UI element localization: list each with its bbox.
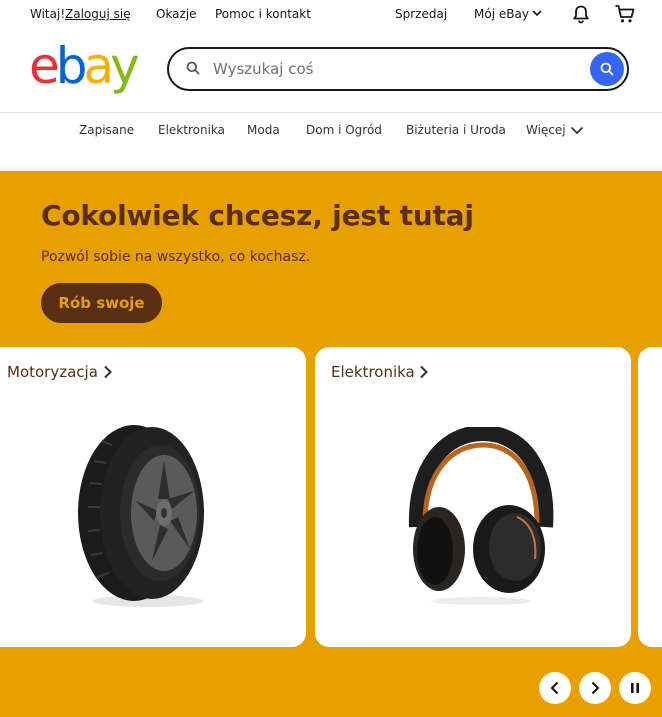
carousel-prev-button[interactable]	[539, 672, 571, 704]
category-card-electronics[interactable]: Elektronika	[315, 347, 631, 647]
nav-item-more[interactable]: Więcej	[526, 123, 566, 137]
chevron-down-icon[interactable]	[570, 126, 584, 135]
category-card-next[interactable]	[638, 347, 662, 647]
pause-icon	[631, 683, 639, 693]
search-icon	[186, 61, 200, 75]
greeting-text: Witaj!	[30, 7, 66, 21]
card-title: Elektronika	[331, 363, 415, 381]
headphones-image	[408, 427, 554, 605]
deals-link[interactable]: Okazje	[156, 7, 197, 21]
ebay-logo[interactable]: ebay	[29, 37, 140, 95]
card-title: Motoryzacja	[7, 363, 98, 381]
hero-cta-button[interactable]: Rób swoje	[41, 283, 162, 323]
search-input[interactable]	[213, 57, 583, 81]
category-nav: Zapisane Elektronika Moda Dom i Ogród Bi…	[0, 113, 662, 147]
login-link[interactable]: Zaloguj się	[65, 7, 131, 21]
nav-item-fashion[interactable]: Moda	[247, 123, 280, 137]
hero-banner: Cokolwiek chcesz, jest tutaj Pozwól sobi…	[0, 171, 662, 717]
nav-item-home-garden[interactable]: Dom i Ogród	[306, 123, 382, 137]
search-bar	[167, 47, 629, 91]
my-ebay-menu[interactable]: Mój eBay	[474, 7, 529, 21]
hero-subtitle: Pozwól sobie na wszystko, co kochasz.	[41, 249, 311, 265]
carousel-next-button[interactable]	[579, 672, 611, 704]
nav-item-electronics[interactable]: Elektronika	[158, 123, 225, 137]
nav-item-saved[interactable]: Zapisane	[79, 123, 134, 137]
chevron-right-icon	[104, 365, 112, 379]
carousel-pause-button[interactable]	[619, 672, 651, 704]
nav-item-jewelry-beauty[interactable]: Biżuteria i Uroda	[406, 123, 506, 137]
chevron-right-icon	[591, 681, 600, 695]
help-contact-link[interactable]: Pomoc i kontakt	[215, 7, 311, 21]
search-icon	[600, 62, 614, 76]
logo-letter-e: e	[29, 37, 60, 95]
logo-letter-a: a	[83, 37, 115, 95]
chevron-left-icon	[550, 681, 559, 695]
chevron-right-icon	[420, 365, 428, 379]
category-card-motoring[interactable]: Motoryzacja	[0, 347, 306, 647]
logo-letter-b: b	[55, 37, 88, 95]
sell-link[interactable]: Sprzedaj	[395, 7, 447, 21]
search-button[interactable]	[590, 52, 624, 86]
top-bar: Witaj! Zaloguj się Okazje Pomoc i kontak…	[0, 0, 662, 28]
cart-icon[interactable]	[614, 4, 636, 24]
hero-title: Cokolwiek chcesz, jest tutaj	[41, 199, 474, 232]
bell-icon[interactable]	[571, 4, 591, 24]
chevron-down-icon[interactable]	[532, 10, 542, 17]
logo-letter-y: y	[110, 37, 140, 95]
tire-image	[78, 425, 204, 607]
